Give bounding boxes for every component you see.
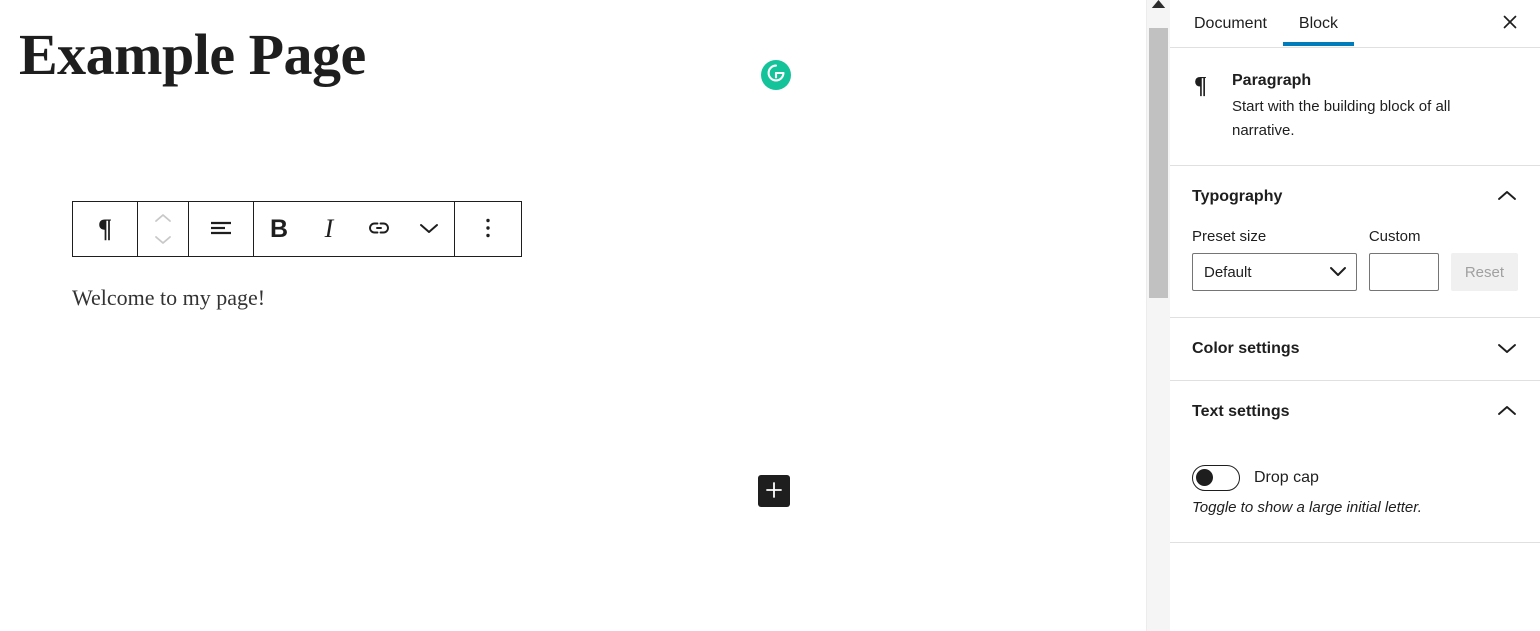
scroll-up-arrow-icon[interactable]: [1147, 0, 1170, 8]
paragraph-block-content[interactable]: Welcome to my page!: [72, 283, 265, 313]
chevron-up-icon: [1496, 189, 1518, 206]
toolbar-group-block-type: ¶: [73, 202, 137, 256]
more-rich-text-button[interactable]: [404, 202, 454, 256]
panel-text-settings-toggle[interactable]: Text settings: [1170, 381, 1540, 443]
paragraph-icon: ¶: [1194, 73, 1207, 99]
toolbar-group-formatting: B I: [254, 202, 454, 256]
grammarly-icon: [765, 62, 787, 89]
tab-block[interactable]: Block: [1282, 0, 1355, 47]
tab-block-label: Block: [1298, 14, 1339, 32]
preset-size-field: Preset size Default: [1192, 228, 1357, 291]
grammarly-badge[interactable]: [761, 60, 791, 90]
block-card-title: Paragraph: [1232, 72, 1312, 89]
panel-typography: Typography Preset size Default Custom Re…: [1170, 166, 1540, 318]
panel-typography-body: Preset size Default Custom Reset: [1170, 228, 1540, 317]
vertical-dots-icon: [485, 216, 491, 243]
preset-size-select[interactable]: Default: [1192, 253, 1357, 291]
drop-cap-help-text: Toggle to show a large initial letter.: [1192, 499, 1422, 516]
canvas-scrollbar[interactable]: [1146, 0, 1170, 631]
change-block-type-button[interactable]: ¶: [73, 202, 137, 256]
scrollbar-thumb[interactable]: [1149, 28, 1168, 298]
reset-font-size-button[interactable]: Reset: [1450, 253, 1518, 291]
preset-size-label: Preset size: [1192, 228, 1267, 245]
panel-text-settings: Text settings Drop cap Toggle to show a …: [1170, 381, 1540, 543]
italic-button[interactable]: I: [304, 202, 354, 256]
custom-size-input[interactable]: [1368, 253, 1439, 291]
chevron-down-icon: [154, 233, 172, 248]
more-options-button[interactable]: [455, 202, 521, 256]
toolbar-group-movers: [138, 202, 188, 256]
link-icon: [365, 218, 393, 241]
link-button[interactable]: [354, 202, 404, 256]
block-movers-button[interactable]: [138, 202, 188, 256]
paragraph-icon: ¶: [97, 214, 113, 243]
bold-button[interactable]: B: [254, 202, 304, 256]
custom-size-field: Custom: [1368, 228, 1439, 291]
settings-sidebar: Document Block ¶ Paragraph Start with th…: [1170, 0, 1540, 631]
drop-cap-label: Drop cap: [1254, 469, 1319, 486]
block-editor-screen: Example Page ¶ B I Welcome to my page! D…: [0, 0, 1540, 631]
align-left-icon: [208, 218, 234, 241]
tab-document-label: Document: [1194, 14, 1267, 32]
mover-arrows: [154, 211, 172, 248]
block-inserter-button[interactable]: [758, 475, 790, 507]
chevron-up-icon: [1496, 404, 1518, 421]
toggle-knob: [1196, 469, 1213, 486]
close-sidebar-button[interactable]: [1492, 5, 1528, 41]
bold-icon: B: [269, 214, 289, 243]
panel-typography-toggle[interactable]: Typography: [1170, 166, 1540, 228]
drop-cap-row: Drop cap: [1192, 465, 1518, 491]
page-title[interactable]: Example Page: [19, 19, 366, 91]
italic-icon: I: [324, 214, 334, 243]
align-text-button[interactable]: [189, 202, 253, 256]
drop-cap-toggle[interactable]: [1192, 465, 1240, 491]
block-card-text: Paragraph Start with the building block …: [1232, 72, 1516, 143]
block-card-description: Start with the building block of all nar…: [1232, 98, 1451, 139]
chevron-up-icon: [154, 211, 172, 226]
sidebar-tabs: Document Block: [1170, 0, 1540, 48]
font-size-controls: Preset size Default Custom Reset: [1192, 228, 1518, 291]
chevron-down-icon: [418, 221, 440, 238]
toolbar-group-more: [455, 202, 521, 256]
block-toolbar: ¶ B I: [72, 201, 522, 257]
close-icon: [1501, 13, 1519, 34]
panel-text-settings-title: Text settings: [1192, 403, 1290, 420]
toolbar-group-alignment: [189, 202, 253, 256]
panel-color-settings: Color settings: [1170, 318, 1540, 381]
plus-icon: [764, 480, 784, 503]
panel-color-settings-title: Color settings: [1192, 340, 1300, 357]
editor-canvas: Example Page ¶ B I Welcome to my page!: [0, 0, 1146, 631]
chevron-down-icon: [1496, 341, 1518, 358]
selected-block-card: ¶ Paragraph Start with the building bloc…: [1170, 48, 1540, 166]
panel-text-settings-body: Drop cap Toggle to show a large initial …: [1170, 465, 1540, 542]
panel-typography-title: Typography: [1192, 188, 1283, 205]
preset-size-select-wrap: Default: [1192, 253, 1357, 291]
panel-color-settings-toggle[interactable]: Color settings: [1170, 318, 1540, 380]
custom-size-label: Custom: [1368, 228, 1421, 245]
tab-document[interactable]: Document: [1178, 0, 1283, 47]
